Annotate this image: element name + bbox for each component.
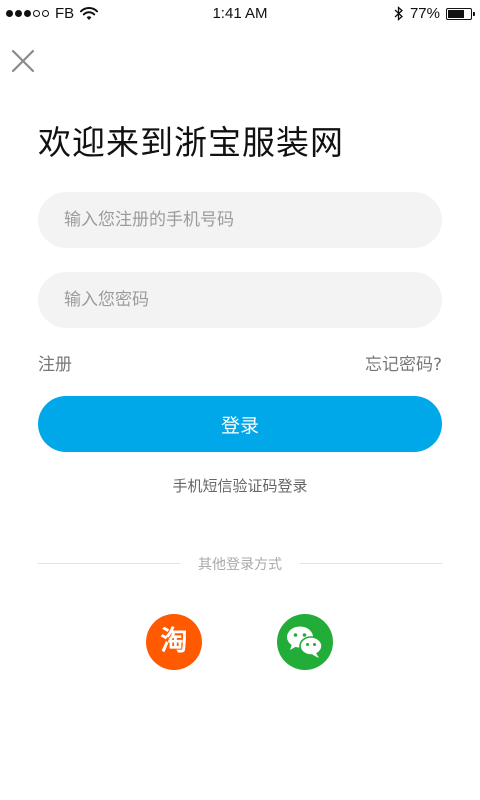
password-input[interactable] (38, 272, 442, 328)
taobao-login-button[interactable]: 淘 (146, 614, 202, 670)
phone-input[interactable] (38, 192, 442, 248)
close-icon[interactable] (10, 48, 36, 74)
other-login-label: 其他登录方式 (198, 557, 282, 573)
battery-percent: 77% (409, 5, 440, 22)
divider-line (300, 563, 442, 564)
bluetooth-icon (394, 6, 403, 21)
register-link[interactable]: 注册 (38, 350, 72, 375)
auth-links-row: 注册 忘记密码? (38, 350, 442, 375)
sms-login-link[interactable]: 手机短信验证码登录 (0, 475, 480, 496)
battery-icon (446, 7, 475, 20)
wechat-icon (287, 626, 323, 658)
battery-level (448, 9, 464, 18)
status-right: 77% (394, 5, 475, 22)
forgot-password-link[interactable]: 忘记密码? (365, 350, 442, 375)
other-login-divider: 其他登录方式 (38, 554, 442, 574)
login-button[interactable]: 登录 (38, 396, 442, 452)
taobao-icon: 淘 (160, 626, 188, 657)
page-title: 欢迎来到浙宝服装网 (38, 123, 344, 162)
status-bar: FB 1:41 AM 77% (0, 0, 480, 28)
wechat-login-button[interactable] (277, 614, 333, 670)
